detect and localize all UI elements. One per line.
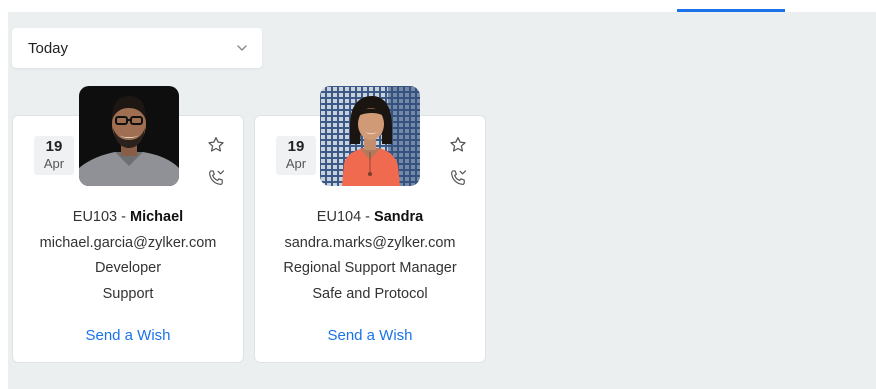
employee-department: Support	[102, 285, 154, 302]
employee-email: michael.garcia@zylker.com	[39, 234, 217, 251]
employee-photo	[79, 86, 179, 186]
employee-id-name: EU104 - Sandra	[255, 205, 485, 231]
date-day: 19	[45, 138, 63, 155]
employee-id: EU103	[72, 209, 118, 225]
phone-missed-icon[interactable]	[448, 168, 468, 188]
date-badge: 19 Apr	[276, 136, 316, 175]
avatar-image	[79, 86, 179, 186]
date-month: Apr	[43, 156, 65, 171]
date-badge: 19 Apr	[34, 136, 74, 175]
date-filter-value: Today	[28, 39, 69, 57]
chevron-down-icon	[237, 45, 247, 51]
star-icon[interactable]	[206, 135, 226, 155]
phone-missed-icon[interactable]	[206, 168, 226, 188]
employee-id-name: EU103 - Michael	[13, 205, 243, 231]
star-icon[interactable]	[448, 135, 468, 155]
date-day: 19	[287, 138, 305, 155]
employee-designation: Regional Support Manager	[283, 260, 457, 276]
employee-info: EU104 - Sandra sandra.marks@zylker.com R…	[255, 205, 485, 307]
separator: -	[117, 209, 131, 225]
employee-email: sandra.marks@zylker.com	[284, 234, 456, 251]
send-wish-link[interactable]: Send a Wish	[255, 327, 485, 344]
date-month: Apr	[285, 156, 307, 171]
avatar-image	[320, 86, 420, 186]
employee-name: Michael	[130, 209, 184, 225]
employee-info: EU103 - Michael michael.garcia@zylker.co…	[13, 205, 243, 307]
employee-designation: Developer	[94, 260, 162, 276]
employee-name: Sandra	[374, 209, 424, 225]
employee-department: Safe and Protocol	[312, 285, 428, 302]
employee-id: EU104	[316, 209, 362, 225]
send-wish-link[interactable]: Send a Wish	[13, 327, 243, 344]
employee-photo	[320, 86, 420, 186]
date-filter-dropdown[interactable]: Today	[12, 28, 262, 68]
separator: -	[361, 209, 375, 225]
